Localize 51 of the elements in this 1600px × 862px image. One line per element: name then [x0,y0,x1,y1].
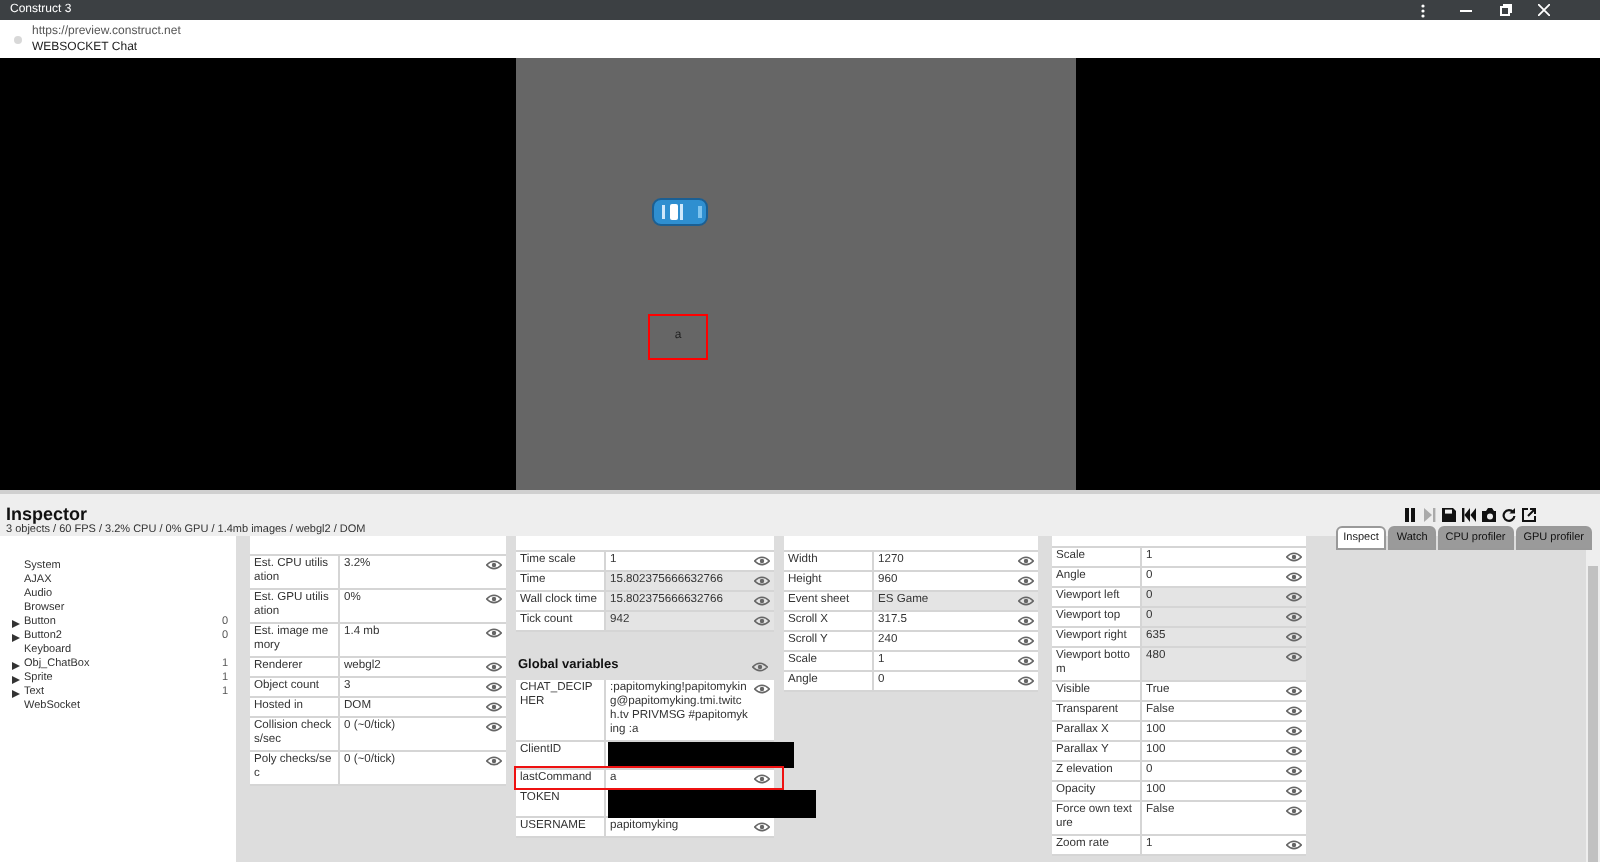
rewind-button[interactable] [1462,506,1476,524]
eye-icon[interactable] [1286,726,1302,736]
eye-icon[interactable] [1286,786,1302,796]
eye-icon[interactable] [1286,746,1302,756]
eye-icon[interactable] [754,774,770,784]
eye-icon[interactable] [1018,636,1034,646]
eye-icon[interactable] [486,594,502,604]
eye-icon[interactable] [1286,652,1302,662]
more-icon[interactable] [1420,3,1426,17]
save-button[interactable] [1442,506,1456,524]
scrollbar[interactable] [1586,536,1600,862]
eye-icon[interactable] [1286,706,1302,716]
eye-icon[interactable] [1286,632,1302,642]
eye-icon[interactable] [486,756,502,766]
pause-button[interactable] [1402,506,1416,524]
eye-icon[interactable] [486,628,502,638]
car-sprite-icon [652,198,708,226]
eye-icon[interactable] [1018,656,1034,666]
eye-icon[interactable] [1286,806,1302,816]
page-icon [14,35,22,43]
eye-icon[interactable] [486,682,502,692]
eye-icon[interactable] [754,576,770,586]
eye-icon[interactable] [486,702,502,712]
minimize-icon[interactable] [1460,9,1472,11]
eye-icon[interactable] [1018,596,1034,606]
inspector-title: Inspector [6,504,88,524]
eye-icon[interactable] [752,662,768,672]
camera-button[interactable] [1482,506,1496,524]
eye-icon[interactable] [486,560,502,570]
eye-icon[interactable] [754,684,770,694]
eye-icon[interactable] [1286,592,1302,602]
eye-icon[interactable] [1286,686,1302,696]
eye-icon[interactable] [1286,552,1302,562]
eye-icon[interactable] [1018,616,1034,626]
eye-icon[interactable] [1286,572,1302,582]
eye-icon[interactable] [1286,840,1302,850]
eye-icon[interactable] [1018,556,1034,566]
eye-icon[interactable] [1018,676,1034,686]
restart-button[interactable] [1502,506,1516,524]
eye-icon[interactable] [1018,576,1034,586]
close-icon[interactable] [1538,4,1550,16]
eye-icon[interactable] [754,616,770,626]
eye-icon[interactable] [754,556,770,566]
eye-icon[interactable] [486,662,502,672]
eye-icon[interactable] [754,596,770,606]
eye-icon[interactable] [1286,766,1302,776]
eye-icon[interactable] [754,822,770,832]
eye-icon[interactable] [486,722,502,732]
popout-button[interactable] [1522,506,1536,524]
eye-icon[interactable] [1286,612,1302,622]
restore-icon[interactable] [1500,4,1512,16]
